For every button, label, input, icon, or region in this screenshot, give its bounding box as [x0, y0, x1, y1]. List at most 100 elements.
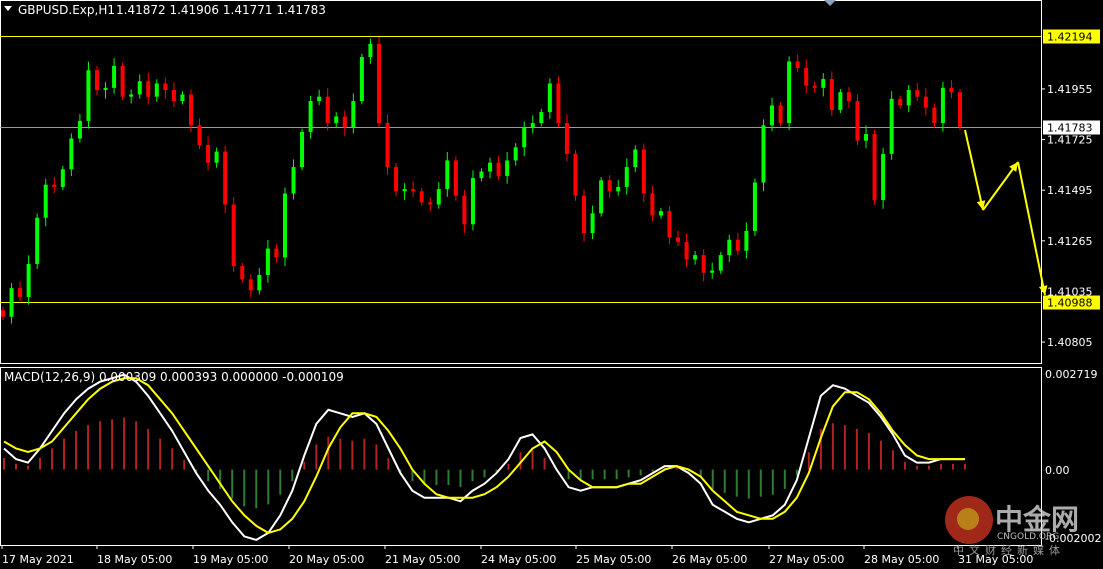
candle-body: [419, 191, 424, 203]
axes: 1.41955 1.41725 1.41495 1.41265 1.41035 1.408…: [1, 83, 1101, 566]
candle-body: [676, 237, 681, 242]
candle-body: [35, 217, 40, 264]
candle-body: [129, 94, 134, 97]
candle-body: [52, 184, 57, 187]
candle-body: [112, 65, 117, 88]
macd-tick-label: 0.00: [1045, 464, 1070, 477]
candle-body: [69, 138, 74, 170]
candle-body: [744, 230, 749, 251]
watermark: 中金网 CNGOLD.ORG 中文财经新媒体: [945, 496, 1095, 558]
candle-body: [146, 81, 151, 97]
candle-body: [710, 270, 715, 273]
candle-body: [231, 204, 236, 267]
candle-body: [300, 131, 305, 168]
candle-body: [838, 92, 843, 110]
candle-body: [496, 162, 501, 176]
candle-body: [795, 61, 800, 69]
price-tick-label: 1.41495: [1047, 184, 1093, 197]
price-tick-label: 1.41035: [1047, 285, 1093, 298]
candle-body: [564, 123, 569, 154]
candle-body: [718, 255, 723, 271]
price-tick-label: 1.41265: [1047, 235, 1093, 248]
candle-body: [445, 160, 450, 190]
candle-body: [932, 107, 937, 124]
price-tick-label: 1.41955: [1047, 83, 1093, 96]
candle-body: [282, 193, 287, 258]
candle-body: [582, 195, 587, 234]
candle-body: [958, 92, 962, 127]
watermark-tagline: 中文财经新媒体: [953, 544, 1065, 557]
candle-body: [214, 151, 219, 163]
candle-body: [453, 160, 458, 196]
candle-body: [479, 171, 484, 179]
candle-body: [376, 43, 381, 124]
candle-body: [650, 193, 655, 216]
candle-body: [26, 263, 31, 297]
candle-body: [86, 70, 91, 121]
chart-menu-triangle-icon[interactable]: [4, 6, 12, 11]
candle-body: [257, 274, 262, 291]
candle-body: [787, 61, 792, 124]
candle-body: [308, 101, 313, 132]
candle-body: [43, 184, 48, 218]
candle-body: [351, 101, 356, 128]
candle-body: [573, 153, 578, 196]
chart-symbol: GBPUSD.Exp,H1: [18, 3, 115, 17]
level-label-0: 1.42194: [1047, 31, 1093, 44]
candle-body: [556, 83, 561, 124]
candle-body: [9, 288, 14, 317]
candle-body: [752, 182, 757, 231]
candle-body: [180, 94, 185, 102]
candle-body: [607, 180, 612, 192]
candle-body: [206, 145, 211, 163]
candle-body: [898, 98, 903, 106]
candle-body: [103, 87, 108, 91]
candle-body: [530, 123, 535, 128]
candle-body: [539, 112, 544, 124]
candle-body: [197, 125, 202, 146]
candle-body: [804, 68, 809, 86]
candle-body: [394, 167, 399, 192]
scroll-marker-icon: [824, 0, 836, 6]
candle-body: [137, 81, 142, 95]
candle-body: [522, 127, 527, 148]
candle-body: [761, 125, 766, 183]
watermark-domain: CNGOLD.ORG: [997, 532, 1060, 542]
candle-body: [188, 94, 193, 126]
candle-body: [940, 87, 945, 124]
candle-body: [274, 248, 279, 258]
level-label-1: 1.41783: [1047, 122, 1093, 135]
candle-body: [735, 239, 740, 251]
candle-body: [385, 123, 390, 168]
candle-body: [488, 162, 493, 172]
candle-body: [18, 288, 23, 297]
candle-body: [334, 116, 339, 124]
candle-body: [829, 79, 834, 110]
candle-body: [1, 310, 5, 317]
candle-body: [411, 189, 416, 192]
candle-body: [872, 134, 877, 201]
candle-body: [616, 186, 621, 192]
time-tick-label: 25 May 05:00: [576, 553, 651, 566]
time-tick-label: 18 May 05:00: [97, 553, 172, 566]
candle-body: [633, 149, 638, 168]
candle-body: [770, 105, 775, 126]
forecast-arrow-up-head: [1009, 162, 1018, 172]
time-tick-label: 20 May 05:00: [289, 553, 364, 566]
candle-body: [821, 79, 826, 88]
time-tick-label: 26 May 05:00: [672, 553, 747, 566]
candle-body: [359, 57, 364, 102]
candle-body: [641, 149, 646, 194]
candle-body: [949, 87, 954, 93]
candle-body: [154, 83, 159, 97]
time-tick-label: 17 May 2021: [2, 553, 74, 566]
chart-svg: 1.421941.417831.40988 1.419551.417251.41…: [0, 0, 1101, 566]
candle-body: [881, 153, 886, 201]
candle-body: [505, 160, 510, 176]
candle-body: [470, 178, 475, 225]
forecast-arrow-final: [1017, 161, 1046, 296]
candle-body: [223, 151, 228, 205]
candle-body: [60, 169, 65, 187]
candles: [1, 36, 962, 324]
candle-body: [906, 90, 911, 106]
